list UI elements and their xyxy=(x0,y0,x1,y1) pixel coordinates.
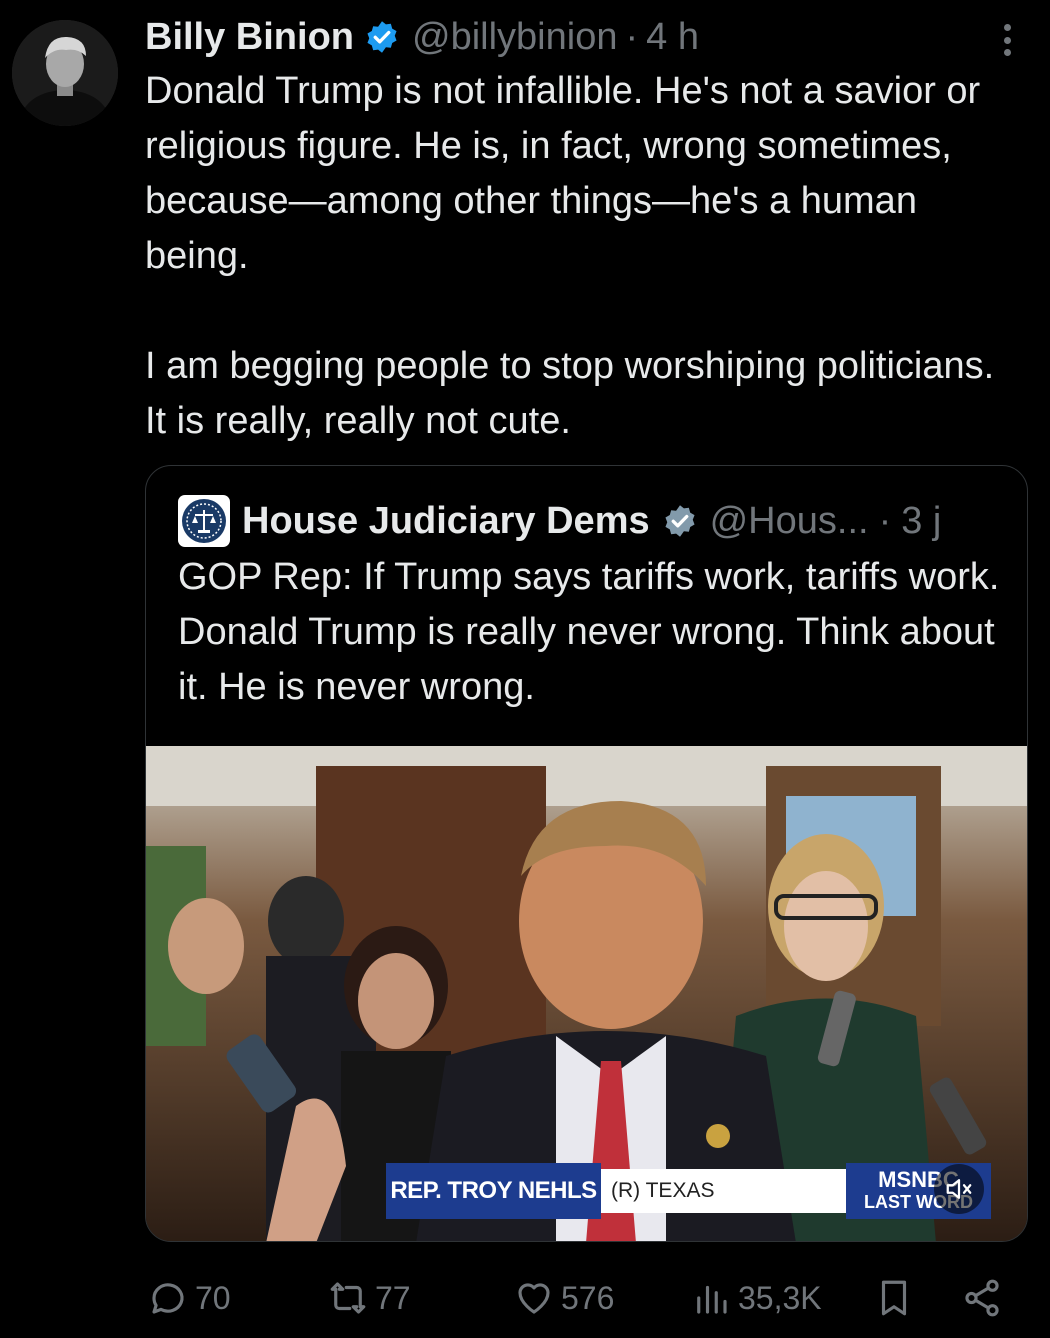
reply-button[interactable]: 70 xyxy=(147,1270,231,1326)
like-icon xyxy=(518,1283,550,1314)
tweet-timestamp[interactable]: 4 h xyxy=(646,16,699,59)
quoted-header-separator: · xyxy=(878,499,892,542)
quoted-video[interactable]: REP. TROY NEHLS (R) TEXAS MSNBC LAST WOR… xyxy=(146,746,1027,1241)
mute-icon[interactable] xyxy=(934,1164,984,1214)
author-name[interactable]: Billy Binion xyxy=(145,16,354,59)
judiciary-seal-icon xyxy=(182,499,226,543)
video-chyron: REP. TROY NEHLS (R) TEXAS MSNBC LAST WOR… xyxy=(386,1163,991,1219)
tweet-paragraph-2: I am begging people to stop worshiping p… xyxy=(145,345,995,442)
author-handle[interactable]: @billybinion xyxy=(412,16,617,59)
reply-icon xyxy=(152,1283,184,1314)
quoted-tweet-text: GOP Rep: If Trump says tariffs work, tar… xyxy=(178,556,1000,708)
verified-badge-icon xyxy=(665,505,695,537)
quoted-author-avatar[interactable] xyxy=(178,495,230,547)
repost-count: 77 xyxy=(375,1279,411,1316)
author-avatar-image xyxy=(12,20,118,126)
quoted-tweet-header: House Judiciary Dems @Hous... · 3 j xyxy=(178,494,941,548)
repost-icon xyxy=(330,1282,366,1314)
quoted-timestamp[interactable]: 3 j xyxy=(901,500,941,543)
more-options-icon[interactable] xyxy=(990,20,1024,60)
views-count: 35,3K xyxy=(738,1279,822,1316)
reply-count: 70 xyxy=(195,1279,231,1316)
like-count: 576 xyxy=(561,1279,615,1316)
tweet-paragraph-1: Donald Trump is not infallible. He's not… xyxy=(145,70,981,277)
quoted-tweet-body: GOP Rep: If Trump says tariffs work, tar… xyxy=(178,550,1008,715)
chyron-state: (R) TEXAS xyxy=(601,1169,861,1213)
views-icon xyxy=(697,1285,727,1314)
share-button[interactable] xyxy=(961,1270,1003,1326)
like-button[interactable]: 576 xyxy=(513,1270,614,1326)
tweet-actions: 70 77 576 35,3K xyxy=(145,1270,1025,1326)
quoted-author-handle[interactable]: @Hous... xyxy=(710,500,869,543)
quoted-author-name[interactable]: House Judiciary Dems xyxy=(242,500,650,543)
bookmark-icon xyxy=(881,1280,907,1316)
chyron-name: REP. TROY NEHLS xyxy=(386,1163,601,1219)
verified-badge-icon xyxy=(367,21,397,53)
header-separator: · xyxy=(625,15,639,58)
repost-button[interactable]: 77 xyxy=(327,1270,411,1326)
author-avatar[interactable] xyxy=(12,20,118,126)
tweet-body: Donald Trump is not infallible. He's not… xyxy=(145,64,1025,449)
bookmark-button[interactable] xyxy=(873,1270,915,1326)
share-icon xyxy=(965,1279,999,1317)
speaker-muted-glyph xyxy=(946,1179,972,1199)
views-button[interactable]: 35,3K xyxy=(690,1270,822,1326)
tweet-header: Billy Binion @billybinion · 4 h xyxy=(145,12,699,62)
quoted-tweet[interactable]: House Judiciary Dems @Hous... · 3 j GOP … xyxy=(145,465,1028,1242)
